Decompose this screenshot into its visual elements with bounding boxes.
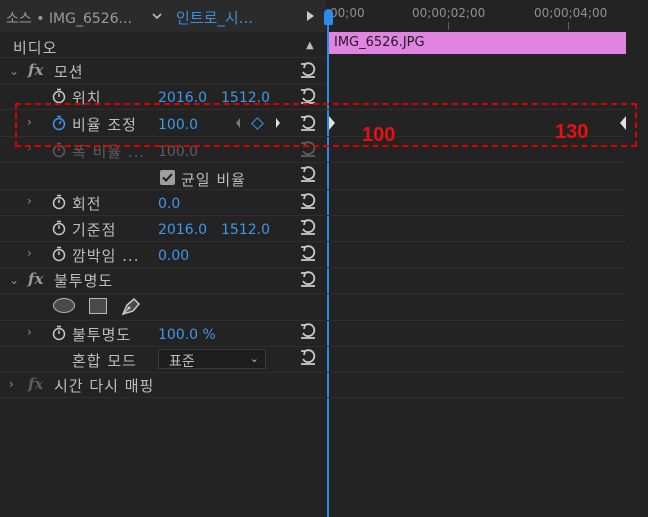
row-divider	[0, 215, 626, 216]
row-divider	[0, 162, 626, 163]
clip-bar[interactable]: IMG_6526.JPG	[328, 32, 626, 54]
param-label-anti-flicker: 깜박임 ...	[72, 247, 140, 265]
param-label-rotation: 회전	[72, 195, 102, 213]
reset-icon[interactable]	[299, 61, 317, 79]
highlight-box	[15, 103, 637, 147]
stopwatch-icon[interactable]	[51, 194, 67, 210]
opacity-value[interactable]: 100.0 %	[158, 327, 216, 343]
source-tab-label[interactable]: 소스 • IMG_6526...	[6, 8, 132, 28]
clip-label: IMG_6526.JPG	[334, 35, 425, 50]
param-label-anchor-point: 기준점	[72, 221, 117, 239]
uniform-scale-checkbox[interactable]	[160, 170, 175, 185]
chevron-down-icon[interactable]	[150, 5, 170, 27]
collapse-up-icon[interactable]: ▲	[306, 40, 314, 51]
row-divider	[0, 267, 626, 268]
chevron-right-icon[interactable]: ›	[27, 194, 32, 208]
ellipse-mask-icon[interactable]	[53, 298, 75, 313]
blend-mode-select[interactable]: 표준 ⌄	[158, 349, 266, 370]
fx-icon[interactable]: fx	[28, 375, 43, 393]
anti-flicker-value[interactable]: 0.00	[158, 248, 189, 264]
reset-icon[interactable]	[299, 192, 317, 210]
stopwatch-icon[interactable]	[51, 246, 67, 262]
effect-label-motion: 모션	[54, 63, 84, 81]
row-divider	[0, 293, 626, 294]
stopwatch-icon[interactable]	[51, 88, 67, 104]
ruler-label-2: 00;00;04;00	[534, 6, 608, 20]
timeline-area[interactable]	[328, 0, 648, 517]
param-label-opacity: 불투명도	[72, 326, 132, 344]
chevron-down-icon[interactable]: ⌄	[9, 273, 19, 287]
row-divider	[0, 241, 626, 242]
blend-mode-value: 표준	[169, 354, 195, 370]
reset-icon[interactable]	[299, 218, 317, 236]
stopwatch-icon[interactable]	[51, 220, 67, 236]
reset-icon[interactable]	[299, 244, 317, 262]
playhead-handle[interactable]	[324, 9, 333, 25]
row-divider	[0, 189, 626, 190]
stopwatch-icon[interactable]	[51, 325, 67, 341]
row-divider	[0, 346, 626, 347]
reset-icon[interactable]	[299, 270, 317, 288]
chevron-right-icon[interactable]: ›	[9, 377, 14, 391]
ruler-tick	[568, 22, 569, 30]
sequence-tab-label[interactable]: 인트로_시...	[176, 7, 253, 28]
effect-label-time-remap: 시간 다시 매핑	[54, 377, 155, 395]
chevron-right-icon[interactable]: ›	[27, 246, 32, 260]
effect-label-opacity: 불투명도	[54, 272, 114, 290]
reset-icon[interactable]	[299, 322, 317, 340]
row-divider	[0, 320, 626, 321]
chevron-down-icon: ⌄	[249, 352, 259, 365]
reset-icon[interactable]	[299, 348, 317, 366]
chevron-right-icon[interactable]: ›	[27, 325, 32, 339]
row-divider	[0, 397, 626, 398]
param-label-blend-mode: 혼합 모드	[72, 352, 137, 370]
section-title-video: 비디오	[13, 39, 58, 57]
annotation-left: 100	[362, 124, 396, 146]
uniform-scale-label: 균일 비율	[181, 171, 246, 189]
chevron-down-icon[interactable]: ⌄	[9, 64, 19, 78]
reset-icon[interactable]	[299, 165, 317, 183]
annotation-right: 130	[555, 121, 589, 143]
fx-icon[interactable]: fx	[28, 61, 43, 79]
fx-icon[interactable]: fx	[28, 270, 43, 288]
ruler-tick	[448, 22, 449, 30]
ruler-label-0: 00;00	[330, 6, 365, 20]
pen-mask-icon[interactable]	[120, 296, 142, 316]
anchor-x-value[interactable]: 2016.0	[158, 222, 207, 238]
time-ruler[interactable]: 00;00 00;00;02;00 00;00;04;00	[328, 0, 648, 30]
play-triangle-icon[interactable]	[302, 8, 318, 24]
row-divider	[0, 83, 326, 84]
row-divider	[0, 372, 626, 373]
ruler-label-1: 00;00;02;00	[412, 6, 486, 20]
anchor-y-value[interactable]: 1512.0	[221, 222, 270, 238]
rectangle-mask-icon[interactable]	[89, 298, 107, 314]
rotation-value[interactable]: 0.0	[158, 196, 180, 212]
